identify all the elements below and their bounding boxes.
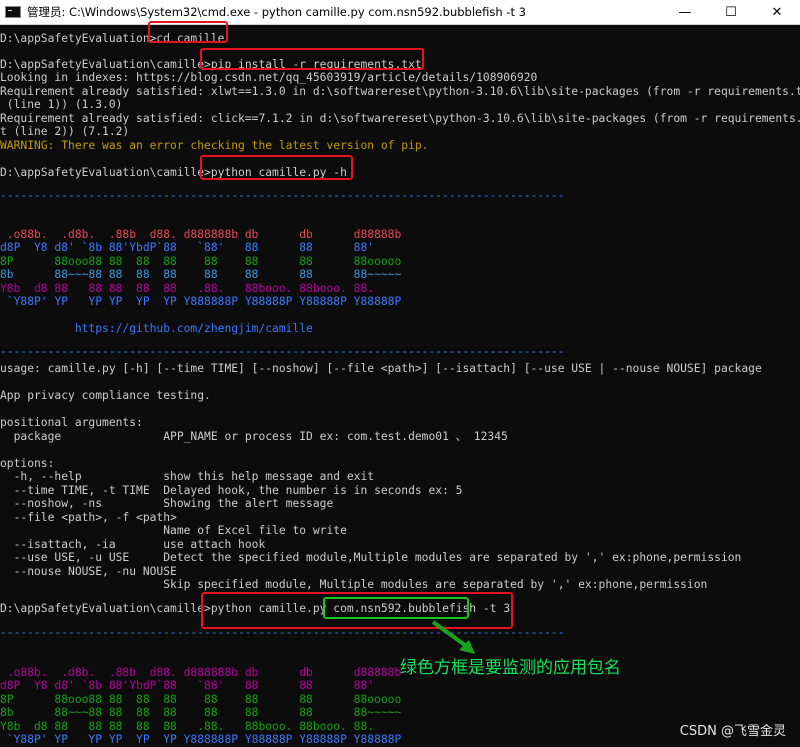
option-use: --use USE, -u USE Detect the specified m… bbox=[0, 551, 742, 564]
banner-row-5: Y8b d8 88 88 88 88 88 .88. 88booo. 88boo… bbox=[0, 282, 375, 295]
banner2-row-2: d8P Y8 d8' `8b 88'YbdP`88 `88' 88 88 88' bbox=[0, 679, 375, 692]
console-line-req1-cont: (line 1)) (1.3.0) bbox=[0, 98, 123, 111]
banner2-row-4: 8b 88~~~88 88 88 88 88 88 88 88~~~~~ bbox=[0, 706, 402, 719]
highlight-help-box bbox=[200, 155, 353, 180]
highlight-cd-box bbox=[148, 21, 228, 43]
console-line-indexes: Looking in indexes: https://blog.csdn.ne… bbox=[0, 71, 538, 84]
console-dash-separator: ----------------------------------------… bbox=[0, 189, 565, 202]
banner-row-1: .o88b. .d8b. .88b d88. d888888b db db d8… bbox=[0, 228, 402, 241]
console-dash-separator-2: ----------------------------------------… bbox=[0, 345, 565, 358]
close-button[interactable]: ✕ bbox=[754, 0, 800, 24]
minimize-button[interactable]: — bbox=[662, 0, 708, 24]
banner-row-3: 8P 88ooo88 88 88 88 88 88 88 88ooooo bbox=[0, 255, 402, 268]
option-file-desc: Name of Excel file to write bbox=[0, 524, 347, 537]
window-controls: — ☐ ✕ bbox=[662, 0, 800, 24]
banner2-row-1: .o88b. .d8b. .88b d88. d888888b db db d8… bbox=[0, 666, 402, 679]
banner-row-4: 8b 88~~~88 88 88 88 88 88 88 88~~~~~ bbox=[0, 268, 402, 281]
banner2-row-3: 8P 88ooo88 88 88 88 88 88 88 88ooooo bbox=[0, 693, 402, 706]
annotation-text: 绿色方框是要监测的应用包名 bbox=[400, 658, 621, 678]
console-line-warning: WARNING: There was an error checking the… bbox=[0, 139, 429, 152]
maximize-button[interactable]: ☐ bbox=[708, 0, 754, 24]
cmd-app-icon bbox=[5, 6, 21, 18]
watermark: CSDN @飞雪金灵 bbox=[679, 724, 786, 739]
option-help: -h, --help show this help message and ex… bbox=[0, 470, 375, 483]
window-title: 管理员: C:\Windows\System32\cmd.exe - pytho… bbox=[27, 5, 526, 19]
usage-line: usage: camille.py [-h] [--time TIME] [--… bbox=[0, 362, 762, 375]
description-line: App privacy compliance testing. bbox=[0, 389, 211, 402]
title-bar: 管理员: C:\Windows\System32\cmd.exe - pytho… bbox=[0, 0, 800, 25]
positional-package: package APP_NAME or process ID ex: com.t… bbox=[0, 430, 508, 443]
banner2-row-5: Y8b d8 88 88 88 88 88 .88. 88booo. 88boo… bbox=[0, 720, 375, 733]
option-nouse: --nouse NOUSE, -nu NOUSE bbox=[0, 565, 177, 578]
option-time: --time TIME, -t TIME Delayed hook, the n… bbox=[0, 484, 463, 497]
console-line-req2-cont: t (line 2)) (7.1.2) bbox=[0, 125, 130, 138]
options-header: options: bbox=[0, 457, 55, 470]
console-line-req1: Requirement already satisfied: xlwt==1.3… bbox=[0, 85, 800, 98]
positional-header: positional arguments: bbox=[0, 416, 143, 429]
option-noshow: --noshow, -ns Showing the alert message bbox=[0, 497, 334, 510]
banner-row-2: d8P Y8 d8' `8b 88'YbdP`88 `88' 88 88 88' bbox=[0, 241, 375, 254]
option-file: --file <path>, -f <path> bbox=[0, 511, 177, 524]
option-nouse-desc: Skip specified module, Multiple modules … bbox=[0, 578, 708, 591]
console-line-req2: Requirement already satisfied: click==7.… bbox=[0, 112, 800, 125]
highlight-pip-box bbox=[200, 48, 424, 70]
github-link[interactable]: https://github.com/zhengjim/camille bbox=[0, 322, 313, 336]
option-isattach: --isattach, -ia use attach hook bbox=[0, 538, 266, 551]
banner-row-6: `Y88P' YP YP YP YP YP Y888888P Y88888P Y… bbox=[0, 295, 402, 308]
prompt: D:\appSafetyEvaluation\camille> bbox=[0, 602, 211, 615]
